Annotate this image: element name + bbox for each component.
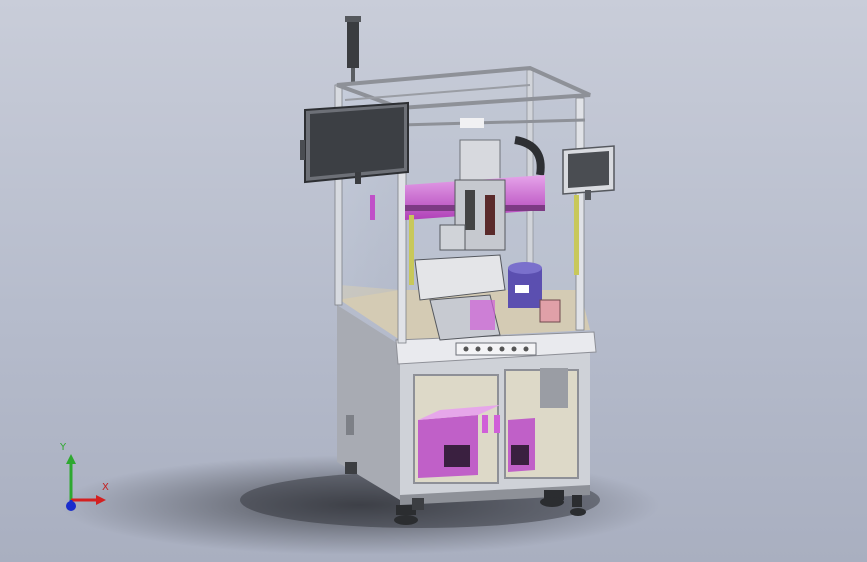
machine-model: [60, 16, 660, 555]
coordinate-triad: Y X: [40, 440, 130, 520]
main-monitor: [300, 101, 409, 184]
triad-graphic: [66, 454, 106, 511]
y-axis-label: Y: [60, 442, 67, 453]
controller-box-right: [508, 418, 535, 472]
pink-module: [539, 299, 561, 323]
x-axis-label: X: [102, 482, 109, 493]
dispenser-unit: [508, 262, 542, 308]
cad-viewport[interactable]: Y X: [0, 0, 867, 562]
signal-tower: [345, 16, 361, 82]
hmi-panel: [562, 145, 615, 200]
